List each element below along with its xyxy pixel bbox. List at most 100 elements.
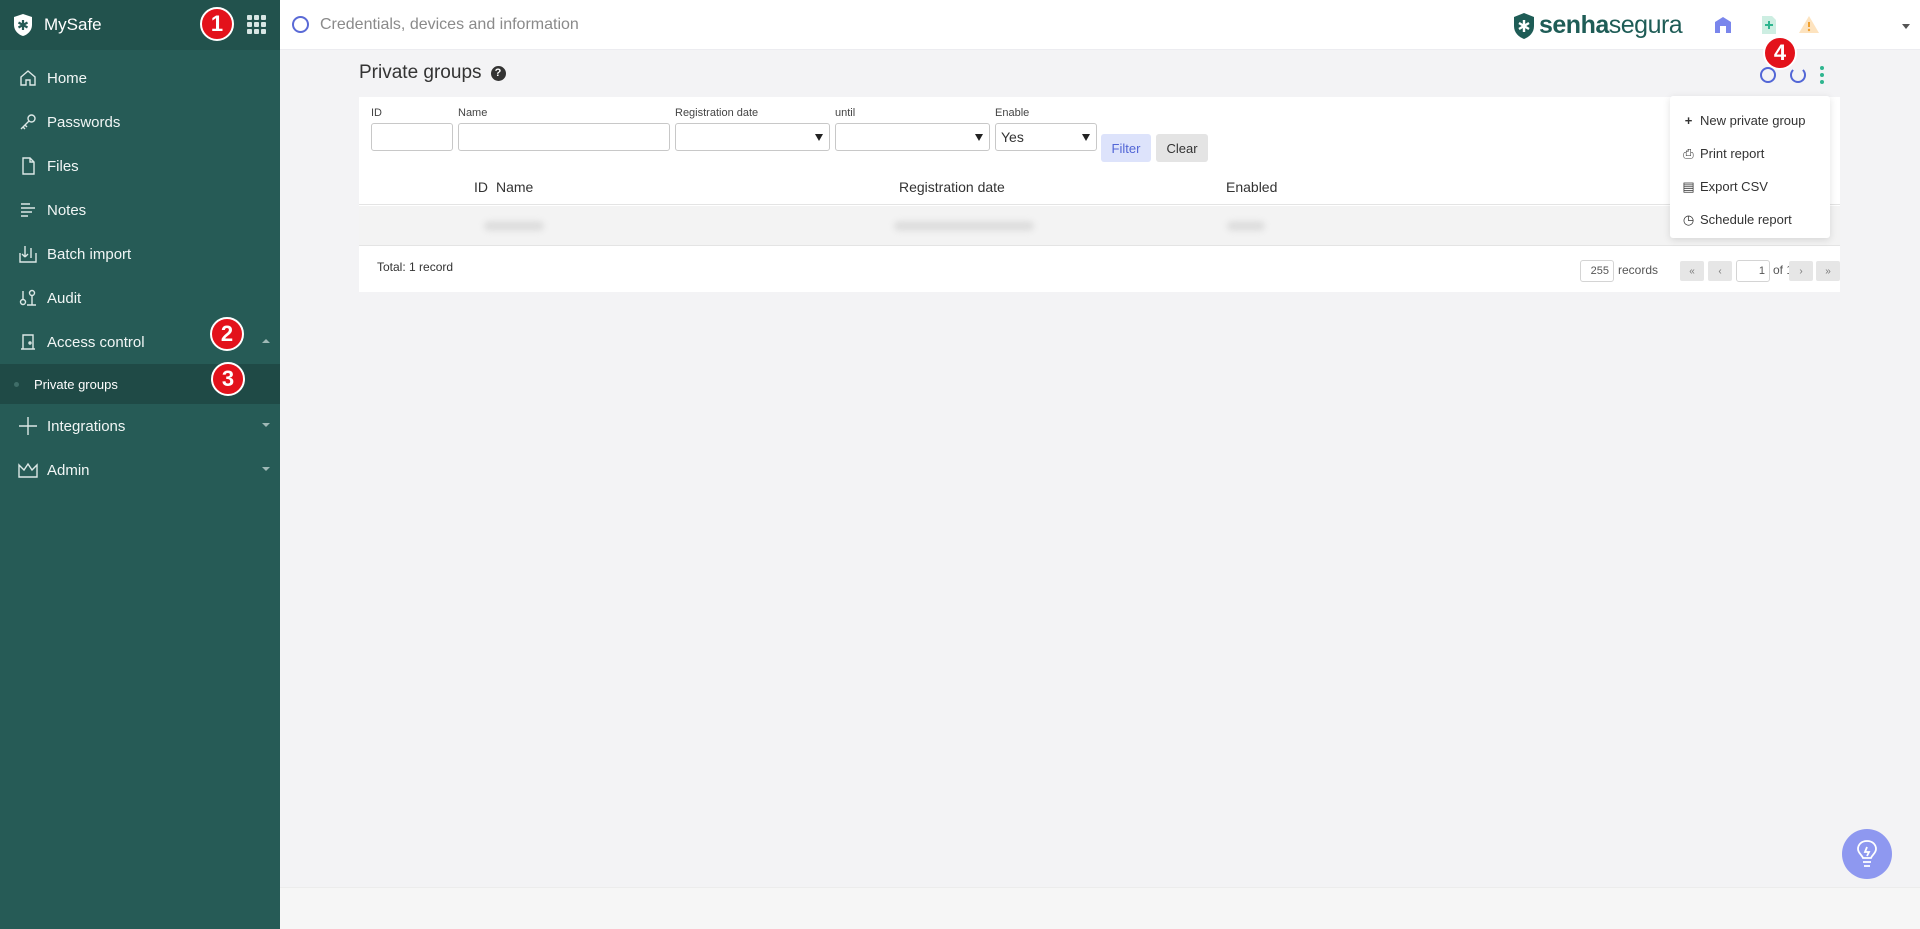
sidebar-item-admin[interactable]: Admin xyxy=(0,448,280,492)
crown-icon xyxy=(18,462,38,478)
page-number-input[interactable]: 1 xyxy=(1736,260,1770,282)
annotation-badge-2: 2 xyxy=(210,317,244,351)
menu-item-export-csv[interactable]: ▤ Export CSV xyxy=(1670,170,1830,203)
sidebar-item-files[interactable]: Files xyxy=(0,144,280,188)
filter-name-input[interactable] xyxy=(458,123,670,151)
menu-item-label: Schedule report xyxy=(1700,212,1792,227)
user-menu-caret-icon[interactable] xyxy=(1902,24,1910,29)
page-footer xyxy=(280,887,1920,929)
file-csv-icon: ▤ xyxy=(1682,178,1695,194)
expand-caret-icon xyxy=(262,467,270,471)
sidebar-item-notes[interactable]: Notes xyxy=(0,188,280,232)
sidebar-item-label: Admin xyxy=(47,461,90,479)
records-label: records xyxy=(1618,263,1659,277)
senhasegura-shield-icon xyxy=(1514,12,1534,39)
global-search-input[interactable] xyxy=(320,12,920,38)
more-options-icon[interactable] xyxy=(1820,66,1824,86)
plus-icon: + xyxy=(1684,113,1693,128)
next-page-button[interactable]: › xyxy=(1789,261,1813,281)
menu-item-new-private-group[interactable]: + New private group xyxy=(1670,104,1830,137)
dropdown-arrow-icon xyxy=(975,134,983,141)
sidebar-item-batch-import[interactable]: Batch import xyxy=(0,232,280,276)
warning-icon[interactable] xyxy=(1798,14,1820,36)
filter-id-label: ID xyxy=(371,107,382,119)
column-header-id[interactable]: ID xyxy=(474,179,488,195)
filter-until-label: until xyxy=(835,107,856,119)
page-title: Private groups xyxy=(359,62,482,83)
sidebar-item-audit[interactable]: Audit xyxy=(0,276,280,320)
page-title-wrap: Private groups ? xyxy=(359,62,506,84)
annotation-badge-4: 4 xyxy=(1763,36,1797,70)
refresh-icon[interactable] xyxy=(1790,67,1806,83)
tips-button[interactable] xyxy=(1842,829,1892,879)
clear-button[interactable]: Clear xyxy=(1156,134,1208,162)
sidebar-nav: Home Passwords Files Notes Batch import … xyxy=(0,50,280,492)
filter-enable-label: Enable xyxy=(995,107,1030,119)
sidebar-item-label: Integrations xyxy=(47,417,126,435)
search-toggle-icon[interactable] xyxy=(1760,67,1776,83)
filter-id-input[interactable] xyxy=(371,123,453,151)
sidebar-item-passwords[interactable]: Passwords xyxy=(0,100,280,144)
mysafe-logo-icon xyxy=(14,14,32,36)
collapse-caret-icon xyxy=(262,339,270,343)
help-icon[interactable]: ? xyxy=(490,65,506,81)
filter-registration-date-label: Registration date xyxy=(675,107,759,119)
import-icon xyxy=(19,246,37,263)
sidebar-item-label: Files xyxy=(47,157,79,175)
filter-enable-select[interactable]: Yes xyxy=(995,123,1097,151)
new-request-icon[interactable] xyxy=(1758,14,1780,36)
column-header-name[interactable]: Name xyxy=(496,179,533,195)
apps-grid-icon[interactable] xyxy=(247,15,267,34)
column-header-registration-date[interactable]: Registration date xyxy=(899,179,1005,195)
redacted-enabled-cell xyxy=(1227,221,1265,231)
filter-registration-date-select[interactable] xyxy=(675,123,830,151)
dropdown-arrow-icon xyxy=(1082,134,1090,141)
home-icon xyxy=(20,70,36,86)
menu-item-label: Export CSV xyxy=(1700,179,1768,194)
pagination: 255 records « ‹ 1 of 1 › » xyxy=(1580,260,1840,282)
sidebar-item-home[interactable]: Home xyxy=(0,56,280,100)
redacted-name-cell xyxy=(484,221,544,231)
dropdown-arrow-icon xyxy=(815,134,823,141)
notes-icon xyxy=(21,203,35,217)
sidebar-subitem-label: Private groups xyxy=(34,376,118,392)
filter-until-select[interactable] xyxy=(835,123,990,151)
table-header: ID Name Registration date Enabled xyxy=(359,169,1840,205)
expand-caret-icon xyxy=(262,423,270,427)
filter-button[interactable]: Filter xyxy=(1101,134,1151,162)
brand-name-part1: senha xyxy=(1539,11,1609,39)
page-size-input[interactable]: 255 xyxy=(1580,260,1614,282)
prev-page-button[interactable]: ‹ xyxy=(1708,261,1732,281)
sidebar-header: MySafe xyxy=(0,0,280,50)
private-groups-panel: ID Name Registration date until Enable Y… xyxy=(359,97,1840,292)
sidebar-item-label: Access control xyxy=(47,333,145,351)
topbar: senhasegura xyxy=(280,0,1920,50)
sidebar: MySafe Home Passwords Files Notes Batch … xyxy=(0,0,280,929)
menu-item-schedule-report[interactable]: ◷ Schedule report xyxy=(1670,203,1830,236)
column-header-enabled[interactable]: Enabled xyxy=(1226,179,1277,195)
sidebar-item-label: Audit xyxy=(47,289,82,307)
first-page-button[interactable]: « xyxy=(1680,261,1704,281)
printer-icon: ⎙ xyxy=(1683,145,1694,161)
menu-item-label: Print report xyxy=(1700,146,1765,161)
annotation-badge-1: 1 xyxy=(200,7,234,41)
senhasegura-brand: senha segura xyxy=(1512,11,1683,40)
menu-item-print-report[interactable]: ⎙ Print report xyxy=(1670,137,1830,170)
brand-name-part2: segura xyxy=(1608,11,1683,39)
sidebar-item-integrations[interactable]: Integrations xyxy=(0,404,280,448)
organization-icon[interactable] xyxy=(1712,14,1734,36)
annotation-badge-3: 3 xyxy=(211,362,245,396)
plus-icon xyxy=(19,417,37,435)
last-page-button[interactable]: » xyxy=(1816,261,1840,281)
more-options-menu: + New private group ⎙ Print report ▤ Exp… xyxy=(1670,96,1830,238)
table-row[interactable] xyxy=(359,206,1840,246)
redacted-date-cell xyxy=(894,221,1034,231)
audit-icon xyxy=(19,289,36,306)
access-control-icon xyxy=(21,334,35,350)
app-name: MySafe xyxy=(44,15,102,34)
filter-name-label: Name xyxy=(458,107,488,119)
sidebar-item-label: Home xyxy=(47,69,88,87)
sidebar-item-label: Batch import xyxy=(47,245,132,263)
clock-icon: ◷ xyxy=(1682,211,1695,227)
file-icon xyxy=(22,157,35,175)
